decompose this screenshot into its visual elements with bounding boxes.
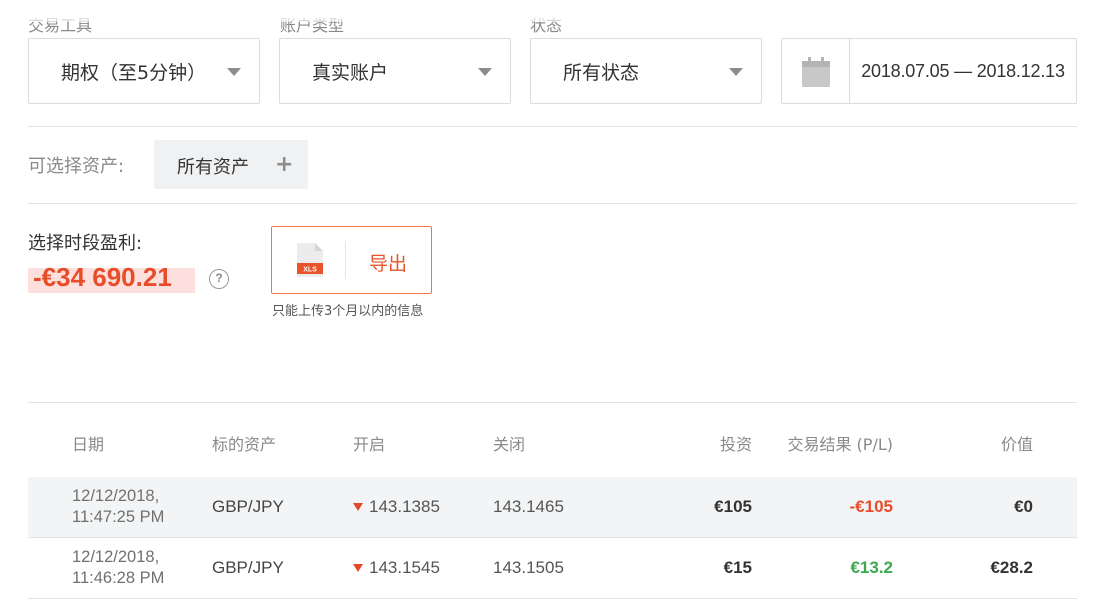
period-profit-label: 选择时段盈利: [28, 233, 143, 254]
direction-down-icon [353, 564, 363, 572]
account-type-select[interactable]: 真实账户 [279, 38, 511, 104]
export-button[interactable]: XLS 导出 [271, 226, 432, 294]
plus-icon: + [275, 152, 294, 177]
result-cell: -€105 [849, 497, 893, 516]
account-type-select-value: 真实账户 [312, 61, 389, 84]
account-type-filter-label: 账户类型 [280, 16, 345, 35]
all-assets-chip-label: 所有资产 [177, 157, 249, 178]
chevron-down-icon [729, 68, 743, 76]
invest-cell: €15 [723, 558, 752, 577]
asset-cell: GBP/JPY [212, 558, 284, 577]
status-select[interactable]: 所有状态 [530, 38, 762, 104]
table-row[interactable]: 12/12/2018, 11:47:25 PM GBP/JPY 143.1385… [28, 477, 1077, 537]
column-header-open: 开启 [353, 435, 386, 454]
divider [28, 203, 1077, 204]
chevron-down-icon [478, 68, 492, 76]
period-profit-value: -€34 690.21 [33, 262, 172, 292]
result-cell: €13.2 [850, 558, 893, 577]
trade-date-cell: 12/12/2018, 11:47:25 PM [72, 486, 164, 528]
chevron-down-icon [227, 68, 241, 76]
column-header-value: 价值 [1000, 435, 1033, 454]
question-icon[interactable]: ? [209, 269, 229, 289]
table-header: 日期 标的资产 开启 关闭 投资 交易结果 (P/L) 价值 [28, 403, 1077, 475]
asset-cell: GBP/JPY [212, 497, 284, 516]
column-header-invest: 投资 [719, 435, 752, 454]
export-divider [345, 241, 346, 279]
value-cell: €0 [1014, 497, 1033, 516]
value-cell: €28.2 [990, 558, 1033, 577]
status-select-value: 所有状态 [563, 61, 640, 84]
table-row[interactable]: 12/12/2018, 11:46:28 PM GBP/JPY 143.1545… [28, 538, 1077, 598]
trade-date: 12/12/2018, [72, 548, 160, 566]
calendar-icon [802, 57, 830, 87]
column-header-close: 关闭 [493, 435, 526, 454]
instrument-filter-label: 交易工具 [28, 16, 93, 35]
direction-down-icon [353, 503, 363, 511]
assets-label: 可选择资产: [28, 156, 125, 177]
export-button-label: 导出 [369, 253, 408, 275]
trade-time: 11:46:28 PM [72, 569, 165, 587]
export-note: 只能上传3个月以内的信息 [272, 304, 424, 319]
open-price-cell: 143.1545 [369, 558, 440, 577]
column-header-result: 交易结果 (P/L) [787, 435, 893, 454]
date-range-value: 2018.07.05 — 2018.12.13 [861, 60, 1065, 81]
divider [28, 126, 1077, 127]
open-price-cell: 143.1385 [369, 497, 440, 516]
all-assets-chip[interactable]: 所有资产 + [154, 140, 308, 189]
date-range-picker[interactable]: 2018.07.05 — 2018.12.13 [781, 38, 1077, 104]
row-divider [28, 598, 1077, 599]
trade-date: 12/12/2018, [72, 487, 160, 505]
trade-time: 11:47:25 PM [72, 508, 165, 526]
close-price-cell: 143.1465 [493, 497, 564, 516]
status-filter-label: 状态 [530, 16, 563, 35]
close-price-cell: 143.1505 [493, 558, 564, 577]
xls-icon-text: XLS [303, 267, 317, 274]
calendar-icon-cell [782, 39, 850, 103]
instrument-select-value: 期权（至5分钟） [61, 61, 207, 84]
column-header-date: 日期 [72, 435, 105, 454]
invest-cell: €105 [714, 497, 752, 516]
column-header-asset: 标的资产 [212, 435, 277, 454]
instrument-select[interactable]: 期权（至5分钟） [28, 38, 260, 104]
trade-date-cell: 12/12/2018, 11:46:28 PM [72, 547, 164, 589]
xls-file-icon: XLS [297, 243, 323, 277]
